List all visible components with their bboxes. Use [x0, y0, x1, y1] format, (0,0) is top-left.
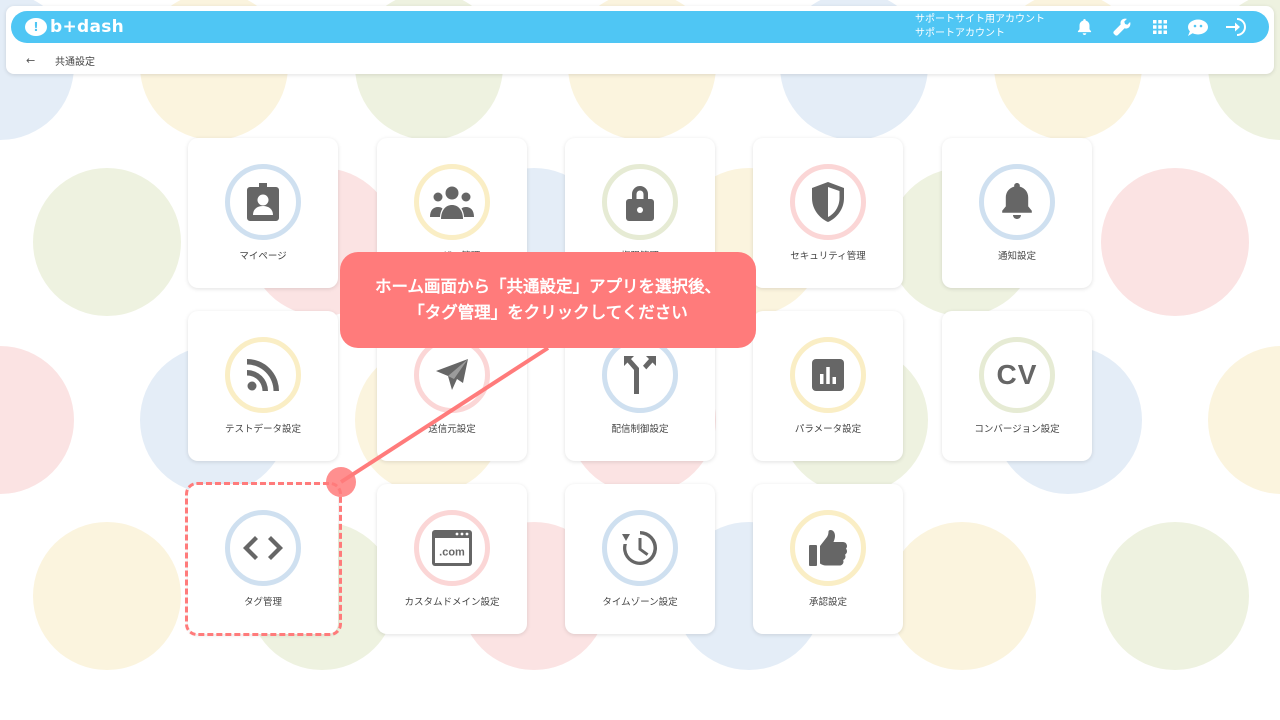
cv-icon: CV [996, 359, 1038, 390]
tile-label: 承認設定 [808, 597, 847, 608]
tile-label: 送信元設定 [428, 424, 476, 435]
logo-bubble-icon: ! [25, 18, 47, 36]
apps-grid-icon [1153, 20, 1167, 34]
tile-label: タイムゾーン設定 [602, 597, 678, 608]
notifications-button[interactable] [1065, 13, 1103, 41]
wrench-icon [1113, 18, 1131, 36]
tile-icon-ring [790, 510, 866, 586]
tile-icon-ring [602, 510, 678, 586]
tile-label: パラメータ設定 [794, 424, 862, 435]
tile-icon-ring [225, 337, 301, 413]
account-site-name: サポートサイト用アカウント [915, 14, 1045, 25]
tile-label: カスタムドメイン設定 [404, 597, 500, 608]
lock-icon [626, 186, 654, 221]
tile-test-data-settings[interactable]: テストデータ設定 [188, 311, 338, 461]
chat-bubble-icon [1188, 19, 1208, 36]
account-user-name: サポートアカウント [915, 28, 1005, 39]
logout-icon [1226, 18, 1246, 36]
callout-line-2: 「タグ管理」をクリックしてください [408, 303, 688, 322]
app-logo[interactable]: ! b+dash [25, 17, 124, 37]
breadcrumb: ← 共通設定 [26, 53, 95, 68]
top-icon-group [1065, 13, 1255, 41]
tile-parameter-settings[interactable]: パラメータ設定 [753, 311, 903, 461]
bar-chart-icon [812, 359, 844, 391]
tile-security-management[interactable]: セキュリティ管理 [753, 138, 903, 288]
paper-plane-icon [436, 359, 468, 390]
bell-icon [1077, 19, 1091, 35]
tag-management-highlight [185, 482, 342, 636]
shield-icon [812, 182, 844, 222]
tile-label: テストデータ設定 [224, 424, 301, 435]
domain-text: .com [439, 547, 465, 559]
tile-icon-ring [979, 164, 1055, 240]
top-bar: ! b+dash サポートサイト用アカウント サポートアカウント [11, 11, 1269, 43]
support-chat-button[interactable] [1179, 13, 1217, 41]
split-arrows-icon [624, 356, 656, 394]
tile-label: 通知設定 [997, 251, 1036, 262]
tile-icon-ring [602, 164, 678, 240]
settings-button[interactable] [1103, 13, 1141, 41]
thumbs-up-icon [809, 530, 847, 566]
tile-custom-domain-settings[interactable]: .com カスタムドメイン設定 [377, 484, 527, 634]
apps-button[interactable] [1141, 13, 1179, 41]
tile-notification-settings[interactable]: 通知設定 [942, 138, 1092, 288]
tile-icon-ring [790, 337, 866, 413]
page-title: 共通設定 [55, 57, 95, 68]
back-arrow-icon[interactable]: ← [26, 54, 40, 67]
clock-icon [622, 531, 658, 565]
tile-icon-ring [414, 164, 490, 240]
tile-icon-ring: CV [979, 337, 1055, 413]
tile-label: コンバージョン設定 [974, 424, 1060, 435]
id-badge-icon [247, 183, 279, 221]
tile-icon-ring [602, 337, 678, 413]
tile-icon-ring: .com [414, 510, 490, 586]
users-icon [430, 186, 474, 219]
bell-icon [1002, 183, 1032, 219]
tile-label: セキュリティ管理 [790, 251, 866, 262]
tile-conversion-settings[interactable]: CV コンバージョン設定 [942, 311, 1092, 461]
tile-approval-settings[interactable]: 承認設定 [753, 484, 903, 634]
tile-my-page[interactable]: マイページ [188, 138, 338, 288]
account-info: サポートサイト用アカウント サポートアカウント [915, 13, 1045, 41]
tile-icon-ring [225, 164, 301, 240]
logo-text: b+dash [50, 17, 125, 37]
callout-line-1: ホーム画面から「共通設定」アプリを選択後、 [374, 277, 721, 296]
tile-timezone-settings[interactable]: タイムゾーン設定 [565, 484, 715, 634]
tile-label: 配信制御設定 [611, 424, 669, 435]
logout-button[interactable] [1217, 13, 1255, 41]
domain-window-icon: .com [432, 530, 472, 566]
tile-icon-ring [414, 337, 490, 413]
tile-icon-ring [790, 164, 866, 240]
instruction-callout: ホーム画面から「共通設定」アプリを選択後、 「タグ管理」をクリックしてください [340, 252, 756, 348]
tile-label: マイページ [239, 251, 287, 262]
rss-icon [247, 359, 279, 391]
